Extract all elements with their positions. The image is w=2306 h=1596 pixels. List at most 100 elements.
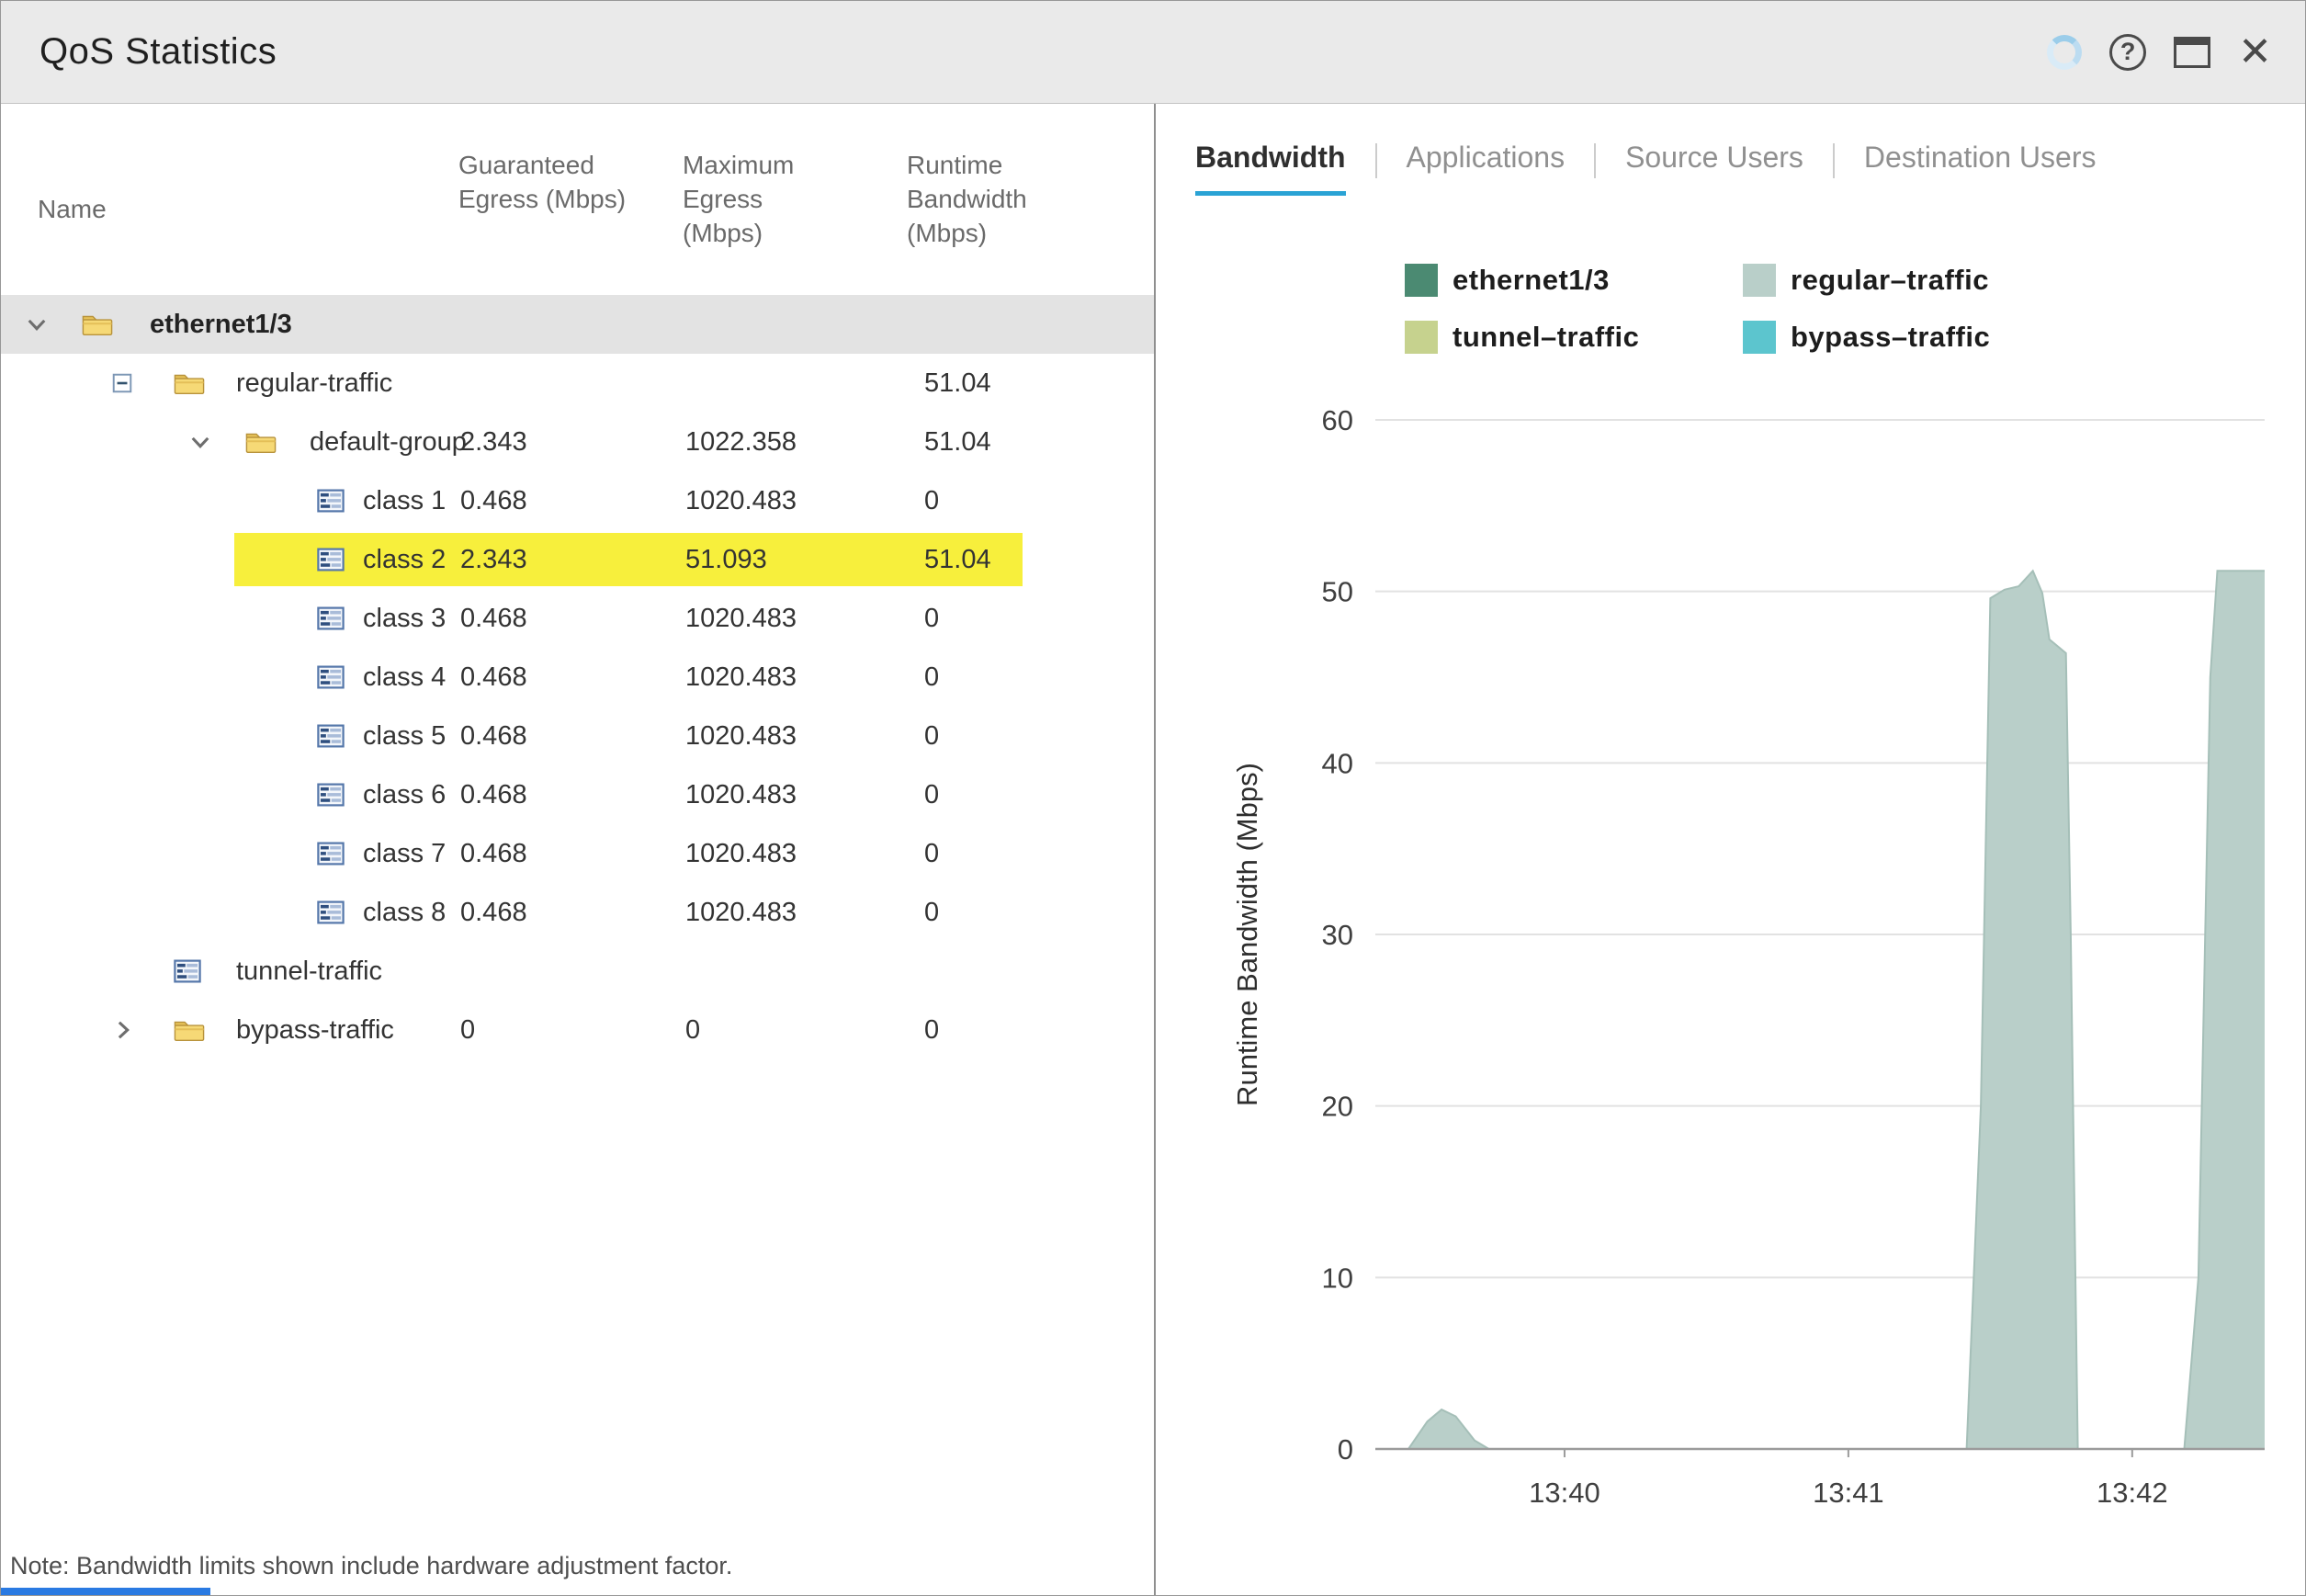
- tree-header: Name Guaranteed Egress (Mbps) Maximum Eg…: [1, 104, 1154, 295]
- tree-row-class-1[interactable]: class 10.468 1020.483 0: [1, 471, 1154, 530]
- guaranteed-value: 0.468: [460, 765, 527, 824]
- guaranteed-value: 2.343: [460, 530, 527, 589]
- runtime-value: 51.04: [924, 413, 991, 471]
- svg-text:0: 0: [1338, 1433, 1353, 1466]
- tree-row-tunnel-traffic[interactable]: tunnel-traffic: [1, 942, 1154, 1001]
- tree-row-class-6[interactable]: class 60.468 1020.483 0: [1, 765, 1154, 824]
- bottom-blue-sliver: [1, 1588, 210, 1595]
- row-label: ethernet1/3: [150, 295, 292, 354]
- tree-row-class-4[interactable]: class 40.468 1020.483 0: [1, 648, 1154, 707]
- svg-text:40: 40: [1322, 747, 1353, 779]
- row-label: class 5: [363, 707, 446, 765]
- runtime-value: 0: [924, 1001, 939, 1059]
- class-stats-icon: [317, 784, 345, 807]
- runtime-value: 51.04: [924, 530, 991, 589]
- svg-text:Runtime Bandwidth (Mbps): Runtime Bandwidth (Mbps): [1231, 763, 1263, 1106]
- highlight-overlay: [234, 533, 1023, 586]
- window-title: QoS Statistics: [1, 31, 277, 73]
- row-label: class 1: [363, 471, 446, 530]
- folder-icon: [174, 371, 205, 396]
- svg-text:13:40: 13:40: [1529, 1477, 1600, 1509]
- help-glyph: ?: [2120, 38, 2136, 66]
- runtime-value: 0: [924, 765, 939, 824]
- maximum-value: 1020.483: [685, 883, 797, 942]
- tree-row-regular-traffic[interactable]: regular-traffic 51.04: [1, 354, 1154, 413]
- row-label: class 4: [363, 648, 446, 707]
- row-label: class 3: [363, 589, 446, 648]
- guaranteed-value: 0: [460, 1001, 475, 1059]
- tree-row-default-group[interactable]: default-group2.343 1022.358 51.04: [1, 413, 1154, 471]
- guaranteed-value: 0.468: [460, 883, 527, 942]
- guaranteed-value: 0.468: [460, 648, 527, 707]
- svg-text:13:41: 13:41: [1813, 1477, 1884, 1509]
- folder-icon: [82, 312, 113, 337]
- runtime-value: 0: [924, 589, 939, 648]
- bandwidth-chart: 010203040506013:4013:4113:42Runtime Band…: [1158, 104, 2306, 1596]
- runtime-value: 0: [924, 883, 939, 942]
- svg-text:60: 60: [1322, 404, 1353, 436]
- maximum-value: 1020.483: [685, 707, 797, 765]
- qos-tree-panel: Name Guaranteed Egress (Mbps) Maximum Eg…: [1, 104, 1156, 1595]
- maximum-value: 0: [685, 1001, 700, 1059]
- column-header-guaranteed-egress: Guaranteed Egress (Mbps): [458, 148, 628, 216]
- runtime-value: 0: [924, 471, 939, 530]
- guaranteed-value: 0.468: [460, 707, 527, 765]
- svg-text:20: 20: [1322, 1091, 1353, 1123]
- qos-statistics-window: QoS Statistics ? ✕ Name Guaranteed Egres…: [0, 0, 2306, 1596]
- maximize-icon[interactable]: [2174, 37, 2210, 68]
- chevron-right-icon[interactable]: [111, 1018, 135, 1042]
- help-icon[interactable]: ?: [2109, 34, 2146, 71]
- minus-box-icon[interactable]: [111, 372, 133, 394]
- tree-row-class-5[interactable]: class 50.468 1020.483 0: [1, 707, 1154, 765]
- row-label: regular-traffic: [236, 354, 392, 413]
- column-header-maximum-egress: Maximum Egress (Mbps): [683, 148, 843, 250]
- column-header-runtime-bandwidth: Runtime Bandwidth (Mbps): [907, 148, 1077, 250]
- tree-row-class-8[interactable]: class 80.468 1020.483 0: [1, 883, 1154, 942]
- runtime-value: 0: [924, 824, 939, 883]
- column-header-name: Name: [38, 192, 107, 226]
- row-label: class 2: [363, 530, 446, 589]
- svg-text:50: 50: [1322, 576, 1353, 608]
- guaranteed-value: 0.468: [460, 589, 527, 648]
- tree-row-class-7[interactable]: class 70.468 1020.483 0: [1, 824, 1154, 883]
- class-stats-icon: [317, 901, 345, 924]
- tree-row-ethernet1-3[interactable]: ethernet1/3: [1, 295, 1154, 354]
- loading-spinner-icon: [2047, 35, 2082, 70]
- row-label: class 6: [363, 765, 446, 824]
- runtime-value: 51.04: [924, 354, 991, 413]
- guaranteed-value: 2.343: [460, 413, 527, 471]
- maximum-value: 1020.483: [685, 648, 797, 707]
- bandwidth-note: Note: Bandwidth limits shown include har…: [10, 1552, 732, 1580]
- row-label: bypass-traffic: [236, 1001, 394, 1059]
- class-stats-icon: [317, 490, 345, 513]
- titlebar-controls: ? ✕: [2047, 32, 2305, 73]
- maximum-value: 1020.483: [685, 765, 797, 824]
- chevron-down-icon[interactable]: [188, 430, 212, 454]
- maximum-value: 1020.483: [685, 824, 797, 883]
- runtime-value: 0: [924, 648, 939, 707]
- maximum-value: 1020.483: [685, 589, 797, 648]
- tree-row-class-2[interactable]: class 22.343 51.093 51.04: [1, 530, 1154, 589]
- tree-row-class-3[interactable]: class 30.468 1020.483 0: [1, 589, 1154, 648]
- svg-text:13:42: 13:42: [2097, 1477, 2168, 1509]
- chart-area: 010203040506013:4013:4113:42Runtime Band…: [1158, 104, 2305, 1595]
- guaranteed-value: 0.468: [460, 824, 527, 883]
- class-stats-icon: [317, 607, 345, 630]
- maximum-value: 51.093: [685, 530, 767, 589]
- row-label: tunnel-traffic: [236, 942, 382, 1001]
- runtime-value: 0: [924, 707, 939, 765]
- close-icon[interactable]: ✕: [2238, 32, 2272, 73]
- maximum-value: 1020.483: [685, 471, 797, 530]
- guaranteed-value: 0.468: [460, 471, 527, 530]
- class-stats-icon: [317, 725, 345, 748]
- row-label: class 8: [363, 883, 446, 942]
- svg-text:10: 10: [1322, 1262, 1353, 1294]
- folder-icon: [174, 1018, 205, 1043]
- tree-row-bypass-traffic[interactable]: bypass-traffic 0 0 0: [1, 1001, 1154, 1059]
- class-stats-icon: [317, 549, 345, 572]
- row-label: class 7: [363, 824, 446, 883]
- maximum-value: 1022.358: [685, 413, 797, 471]
- class-stats-icon: [317, 666, 345, 689]
- row-label: default-group: [310, 413, 467, 471]
- chevron-down-icon[interactable]: [25, 312, 49, 336]
